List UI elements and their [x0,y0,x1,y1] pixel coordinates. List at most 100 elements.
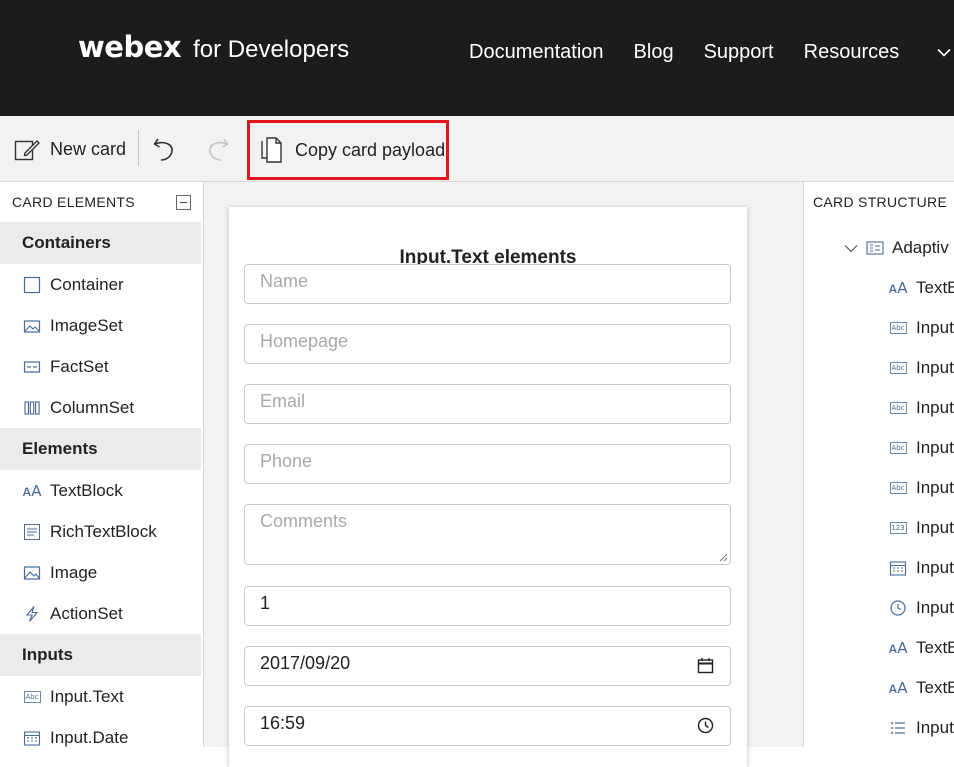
tree-item-input-text[interactable]: Abc Input [888,396,954,420]
adaptive-card-icon [866,241,884,255]
element-textblock[interactable]: ᴀA TextBlock [0,470,203,511]
element-actionset[interactable]: ActionSet [0,593,203,634]
tree-item-textblock[interactable]: ᴀA TextB [888,636,954,660]
element-imageset[interactable]: ImageSet [0,305,203,346]
container-icon [22,275,42,295]
element-label: Image [50,562,98,582]
input-text-icon: Abc [889,442,907,454]
factset-icon [22,357,42,377]
element-columnset[interactable]: ColumnSet [0,387,203,428]
copy-card-payload-button[interactable]: Copy card payload [247,120,449,180]
tree-item-input-text[interactable]: Abc Input [888,476,954,500]
columnset-icon [22,398,42,418]
element-label: ImageSet [50,315,123,335]
brand-name: webex [78,30,182,64]
new-card-button[interactable]: New card [14,116,126,182]
brand-logo[interactable]: webex for Developers [78,30,349,64]
new-card-icon [14,140,40,161]
undo-icon [153,138,173,161]
comments-placeholder: Comments [260,511,348,531]
element-label: ActionSet [50,603,123,623]
element-richtextblock[interactable]: RichTextBlock [0,511,203,552]
element-container[interactable]: Container [0,264,203,305]
adaptive-card-preview[interactable]: Input.Text elements Name Homepage Email … [229,207,747,767]
nav-link-resources[interactable]: Resources [804,41,952,64]
tree-root-label: Adaptiv [892,238,949,257]
calendar-icon[interactable] [697,657,714,674]
element-label: TextBlock [50,480,123,500]
card-elements-header: CARD ELEMENTS [0,182,203,222]
comments-textarea[interactable]: Comments [244,504,731,565]
category-inputs[interactable]: Inputs [0,634,201,676]
card-canvas: Input.Text elements Name Homepage Email … [204,182,803,767]
tree-item-label: TextB [916,638,954,657]
top-nav: webex for Developers Documentation Blog … [0,0,954,116]
undo-button[interactable] [152,116,178,182]
element-image[interactable]: Image [0,552,203,593]
name-input[interactable]: Name [244,264,731,304]
tree-item-label: Input [916,598,954,617]
tree-item-textblock[interactable]: ᴀA TextB [888,676,954,700]
nav-link-resources-label: Resources [803,41,900,63]
tree-item-textblock[interactable]: ᴀA TextB [888,276,954,300]
element-label: Container [50,274,124,294]
richtextblock-icon [22,522,42,542]
category-elements[interactable]: Elements [0,428,201,470]
chevron-down-icon[interactable] [844,244,858,253]
card-elements-title: CARD ELEMENTS [12,194,135,210]
card-structure-header: CARD STRUCTURE [813,194,948,210]
nav-link-support[interactable]: Support [704,41,774,64]
tree-root-adaptivecard[interactable]: Adaptiv [844,238,949,258]
designer-toolbar: New card [0,116,954,182]
date-value: 2017/09/20 [260,653,351,673]
redo-button[interactable] [204,116,230,182]
textblock-icon: ᴀA [888,679,908,697]
time-input[interactable]: 16:59 [244,706,731,746]
copy-icon [261,137,282,163]
tree-item-label: Input [916,318,954,337]
phone-input[interactable]: Phone [244,444,731,484]
new-card-label: New card [50,138,127,159]
toolbar-divider [138,130,139,166]
element-input-text[interactable]: Abc Input.Text [0,676,203,717]
imageset-icon [22,316,42,336]
clock-icon[interactable] [697,717,714,734]
tree-item-label: Input [916,398,954,417]
tree-item-input-choiceset[interactable]: Input [888,716,954,740]
nav-link-blog[interactable]: Blog [634,41,674,64]
textblock-icon: ᴀA [22,481,42,500]
lightning-icon [22,604,42,624]
tree-item-input-text[interactable]: Abc Input [888,436,954,460]
input-text-icon: Abc [23,690,41,703]
tree-item-label: Input [916,438,954,457]
date-input[interactable]: 2017/09/20 [244,646,731,686]
tree-item-input-time[interactable]: Input [888,596,954,620]
element-label: ColumnSet [50,397,135,417]
chevron-down-icon [937,48,951,57]
tree-item-label: Input [916,558,954,577]
tree-item-label: Input [916,358,954,377]
element-input-date[interactable]: Input.Date [0,717,203,758]
card-structure-panel: CARD STRUCTURE Adaptiv ᴀA TextB Abc Inpu… [803,182,954,747]
number-input[interactable]: 1 [244,586,731,626]
tree-item-input-text[interactable]: Abc Input [888,316,954,340]
nav-link-documentation[interactable]: Documentation [469,41,604,64]
input-text-icon: Abc [889,322,907,334]
redo-icon [209,138,229,161]
tree-item-input-date[interactable]: Input [888,556,954,580]
element-label: Input.Text [50,686,124,706]
email-input[interactable]: Email [244,384,731,424]
input-text-icon: Abc [889,402,907,414]
homepage-input[interactable]: Homepage [244,324,731,364]
element-label: Input.Date [50,727,129,747]
category-containers[interactable]: Containers [0,222,201,264]
card-elements-panel: CARD ELEMENTS Containers Container Image… [0,182,204,747]
number-icon: 123 [889,522,907,534]
input-text-icon: Abc [889,482,907,494]
tree-item-input-text[interactable]: Abc Input [888,356,954,380]
tree-item-input-number[interactable]: 123 Input [888,516,954,540]
tree-item-label: TextB [916,278,954,297]
element-factset[interactable]: FactSet [0,346,203,387]
collapse-panel-button[interactable] [176,195,191,210]
resize-handle-icon[interactable] [718,552,728,562]
